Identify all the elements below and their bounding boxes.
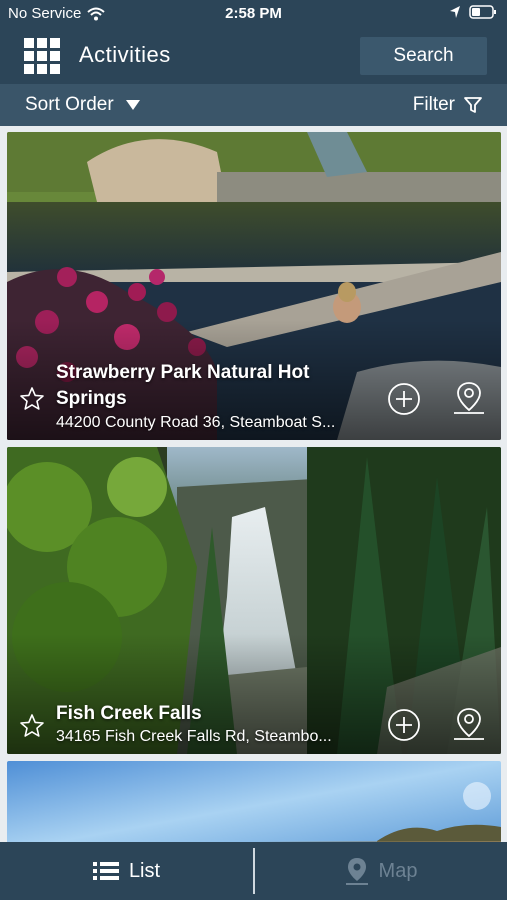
sort-order-button[interactable]: Sort Order <box>25 94 140 116</box>
plus-circle-icon[interactable] <box>387 708 421 742</box>
location-arrow-icon <box>450 6 460 18</box>
filter-label: Filter <box>412 94 455 115</box>
activity-card[interactable]: Fish Creek Falls 34165 Fish Creek Falls … <box>7 447 501 754</box>
activity-address: 34165 Fish Creek Falls Rd, Steambo... <box>56 728 332 745</box>
activity-address: 44200 County Road 36, Steamboat S... <box>56 414 336 431</box>
map-pin-icon[interactable] <box>451 380 487 416</box>
filter-button[interactable]: Filter <box>413 94 483 116</box>
activity-list[interactable]: Strawberry Park Natural Hot Springs 4420… <box>0 126 507 842</box>
status-time: 2:58 PM <box>225 5 282 22</box>
activity-card[interactable] <box>7 761 501 842</box>
sort-filter-bar: Sort Order Filter <box>0 84 507 126</box>
plus-circle-icon[interactable] <box>387 382 421 416</box>
caret-down-icon <box>125 100 140 110</box>
battery-icon <box>469 5 496 19</box>
tab-map[interactable]: Map <box>255 842 507 900</box>
tab-list[interactable]: List <box>0 842 253 900</box>
star-icon[interactable] <box>19 386 45 412</box>
filter-funnel-icon <box>464 97 482 113</box>
app-header: Activities Search <box>0 28 507 84</box>
map-pin-icon[interactable] <box>451 706 487 742</box>
map-pin-icon <box>345 858 368 885</box>
status-right <box>449 5 497 19</box>
activity-card[interactable]: Strawberry Park Natural Hot Springs 4420… <box>7 132 501 440</box>
grid-menu-icon[interactable] <box>24 38 60 74</box>
app-screen: No Service 2:58 PM Activities Search Sor… <box>0 0 507 900</box>
tab-list-label: List <box>128 859 161 882</box>
activity-name: Strawberry Park Natural Hot Springs <box>56 362 310 409</box>
activity-name: Fish Creek Falls <box>56 703 202 724</box>
bottom-tab-bar: List Map <box>0 842 507 900</box>
activity-photo <box>7 761 501 842</box>
page-title: Activities <box>79 42 171 67</box>
list-icon <box>92 862 119 880</box>
sort-order-label: Sort Order <box>25 94 114 115</box>
status-bar: No Service 2:58 PM <box>0 0 507 28</box>
tab-map-label: Map <box>378 859 418 882</box>
search-button[interactable]: Search <box>360 37 487 75</box>
star-icon[interactable] <box>19 713 45 739</box>
